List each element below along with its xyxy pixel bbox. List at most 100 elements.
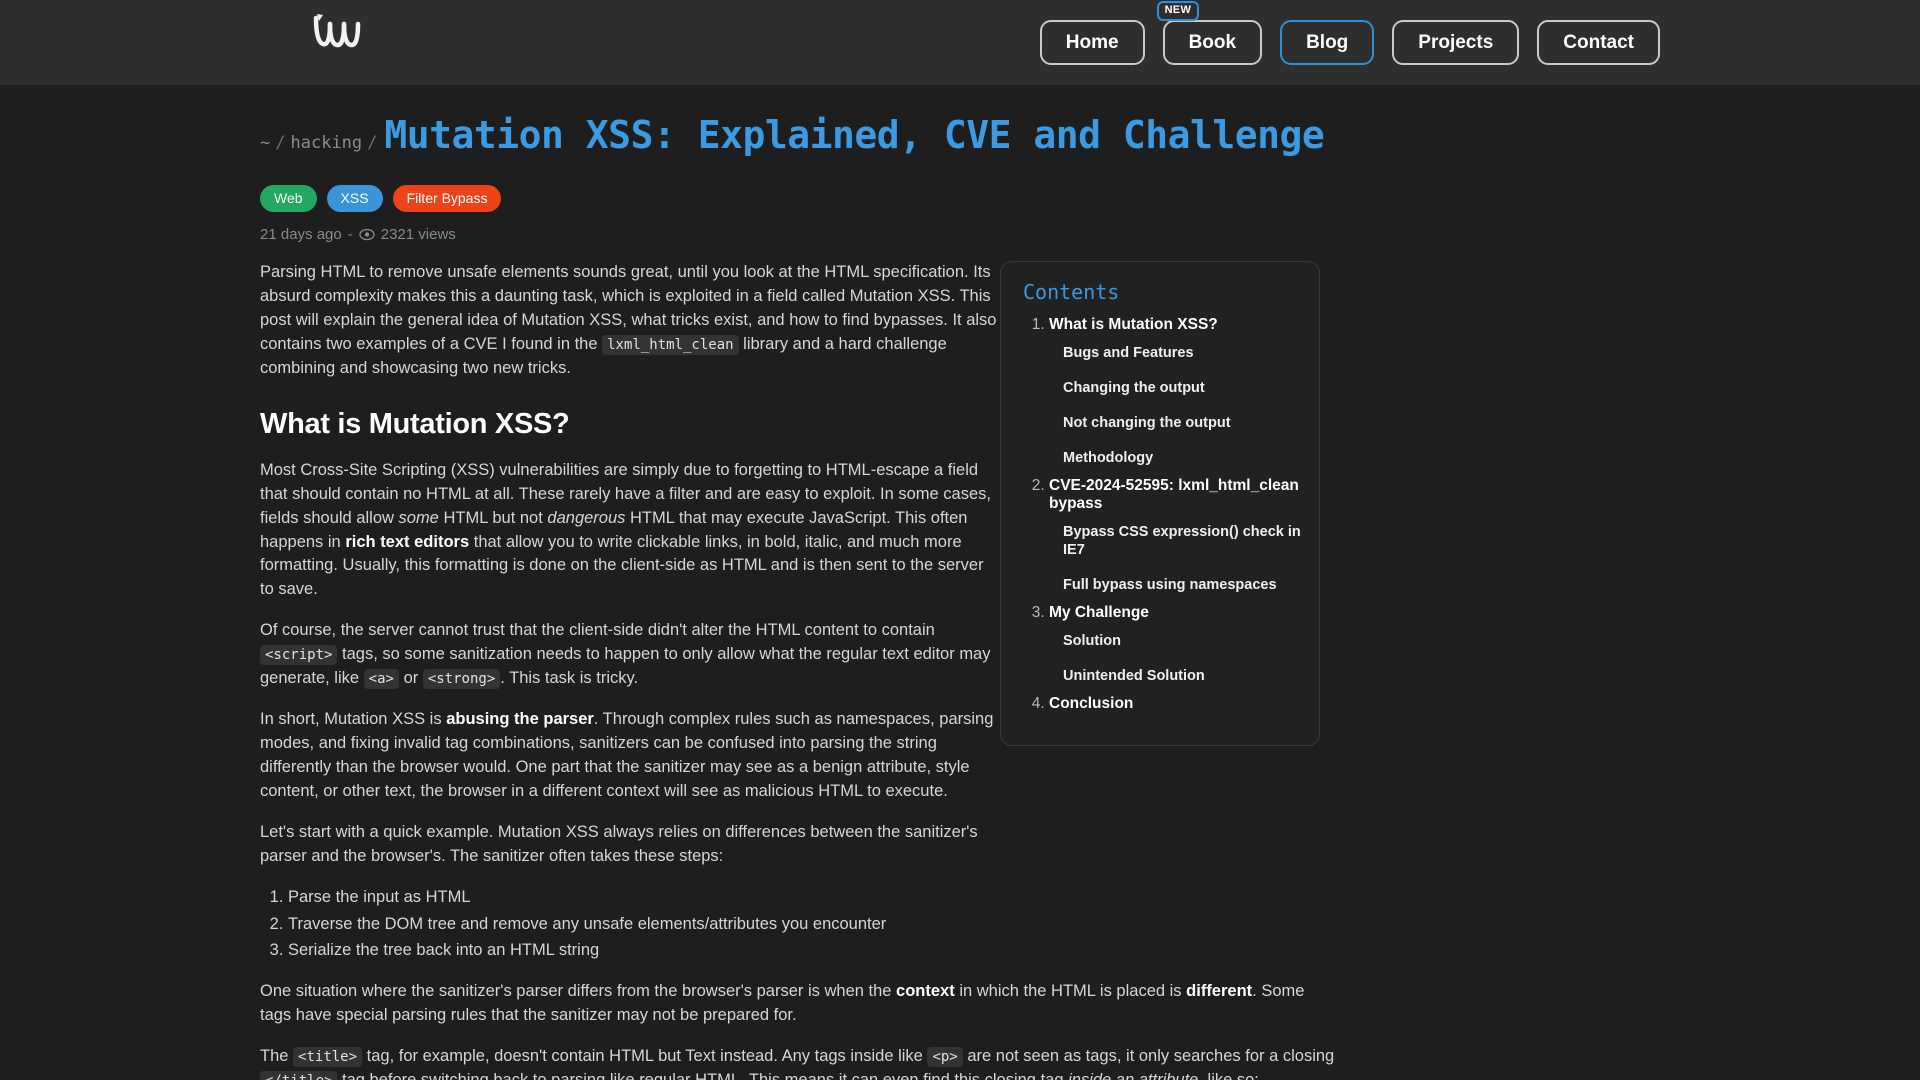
content-area: Contents What is Mutation XSS? Bugs and … <box>260 261 1660 1080</box>
toc-link-cve-2024-52595[interactable]: CVE-2024-52595: lxml_html_clean bypass <box>1049 477 1299 512</box>
toc-item-1: What is Mutation XSS? Bugs and Features … <box>1049 316 1301 467</box>
paragraph-2: Of course, the server cannot trust that … <box>260 619 1000 691</box>
p6-text-c: are not seen as tags, it only searches f… <box>967 1047 1335 1066</box>
post-meta: 21 days ago - 2321 views <box>260 226 1660 243</box>
nav-item-wrap-home: Home <box>1039 19 1145 66</box>
toc-list: What is Mutation XSS? Bugs and Features … <box>1019 316 1301 713</box>
p5-text-b: in which the HTML is placed is <box>959 982 1182 1001</box>
list-item: Traverse the DOM tree and remove any uns… <box>288 913 1340 937</box>
toc-subitem: Changing the output <box>1063 379 1301 397</box>
main-navigation: Home NEW Book Blog Projects Contact <box>1039 0 1660 66</box>
breadcrumb-separator-1: / <box>275 133 286 153</box>
site-logo[interactable] <box>310 14 370 71</box>
tag-filter-bypass[interactable]: Filter Bypass <box>392 185 502 213</box>
site-header: Home NEW Book Blog Projects Contact <box>0 0 1920 85</box>
toc-sublist-1: Bugs and Features Changing the output No… <box>1049 344 1301 467</box>
p6-text-a: The <box>260 1047 289 1066</box>
p6-em-inside-an-attribute: inside an attribute <box>1068 1071 1198 1080</box>
toc-link-full-bypass-namespaces[interactable]: Full bypass using namespaces <box>1063 577 1277 593</box>
p2-text-d: . This task is tricky. <box>500 669 639 688</box>
p3-strong-abusing-the-parser: abusing the parser <box>446 710 594 729</box>
jw-logo-icon <box>313 14 361 48</box>
toc-sublist-3: Solution Unintended Solution <box>1049 632 1301 685</box>
inline-code-strong-tag: <strong> <box>422 669 501 690</box>
toc-link-what-is-mutation-xss[interactable]: What is Mutation XSS? <box>1049 316 1218 333</box>
toc-subitem: Bypass CSS expression() check in IE7 <box>1063 523 1301 559</box>
nav-item-wrap-projects: Projects <box>1392 19 1520 66</box>
p2-text-a: Of course, the server cannot trust that … <box>260 621 935 640</box>
tag-list: Web XSS Filter Bypass <box>260 185 1660 213</box>
p2-text-c: or <box>403 669 419 688</box>
toc-link-changing-the-output[interactable]: Changing the output <box>1063 380 1205 396</box>
toc-subitem: Not changing the output <box>1063 414 1301 432</box>
section-heading-what-is-mutation-xss: What is Mutation XSS? <box>260 407 570 440</box>
view-count: 2321 views <box>380 226 456 244</box>
toc-subitem: Methodology <box>1063 449 1301 467</box>
p5-strong-context: context <box>896 982 955 1001</box>
intro-paragraph: Parsing HTML to remove unsafe elements s… <box>260 261 1000 381</box>
inline-code-a-tag: <a> <box>363 669 399 690</box>
tag-web[interactable]: Web <box>260 185 317 213</box>
list-item: Serialize the tree back into an HTML str… <box>288 939 1340 963</box>
nav-item-home[interactable]: Home <box>1039 19 1145 66</box>
inline-code-title-close: </title> <box>260 1071 338 1080</box>
inline-code-title-open: <title> <box>293 1047 363 1068</box>
paragraph-4: Let's start with a quick example. Mutati… <box>260 822 978 865</box>
eye-icon <box>359 228 375 241</box>
page-title: Mutation XSS: Explained, CVE and Challen… <box>384 113 1325 157</box>
inline-code-script-tag: <script> <box>260 645 338 666</box>
breadcrumb-category[interactable]: hacking <box>291 133 363 153</box>
inline-code-lxml: lxml_html_clean <box>602 334 739 355</box>
page-container: ~ / hacking / Mutation XSS: Explained, C… <box>0 85 1920 1080</box>
new-badge: NEW <box>1156 0 1200 21</box>
p6-text-e: , like so: <box>1198 1071 1259 1080</box>
toc-item-3: My Challenge Solution Unintended Solutio… <box>1049 604 1301 685</box>
post-date: 21 days ago <box>260 226 342 244</box>
toc-link-methodology[interactable]: Methodology <box>1063 450 1153 466</box>
paragraph-3: In short, Mutation XSS is abusing the pa… <box>260 708 1000 804</box>
p5-text-a: One situation where the sanitizer's pars… <box>260 982 892 1001</box>
p3-text-a: In short, Mutation XSS is <box>260 710 442 729</box>
paragraph-5: One situation where the sanitizer's pars… <box>260 980 1340 1028</box>
paragraph-6: The <title> tag, for example, doesn't co… <box>260 1045 1340 1080</box>
p6-text-d: tag before switching back to parsing lik… <box>342 1071 1063 1080</box>
nav-item-projects[interactable]: Projects <box>1392 19 1520 66</box>
p1-em-some: some <box>398 508 439 527</box>
toc-item-2: CVE-2024-52595: lxml_html_clean bypass B… <box>1049 477 1301 594</box>
toc-subitem: Bugs and Features <box>1063 344 1301 362</box>
nav-item-blog[interactable]: Blog <box>1280 19 1375 66</box>
p5-strong-different: different <box>1186 982 1253 1001</box>
nav-item-wrap-blog: Blog <box>1280 19 1375 66</box>
nav-item-book[interactable]: Book <box>1162 19 1263 66</box>
p1-em-dangerous: dangerous <box>547 508 626 527</box>
toc-link-my-challenge[interactable]: My Challenge <box>1049 604 1149 621</box>
toc-subitem: Full bypass using namespaces <box>1063 576 1301 594</box>
nav-item-contact[interactable]: Contact <box>1537 19 1660 66</box>
toc-link-bypass-css-expression[interactable]: Bypass CSS expression() check in IE7 <box>1063 524 1301 558</box>
breadcrumb: ~ / hacking / Mutation XSS: Explained, C… <box>260 85 1660 157</box>
article-body-wide: Parse the input as HTML Traverse the DOM… <box>260 886 1340 1080</box>
toc-sublist-2: Bypass CSS expression() check in IE7 Ful… <box>1049 523 1301 594</box>
toc-link-conclusion[interactable]: Conclusion <box>1049 695 1133 712</box>
toc-title: Contents <box>1023 280 1120 305</box>
breadcrumb-root[interactable]: ~ <box>260 133 270 153</box>
toc-link-solution[interactable]: Solution <box>1063 633 1121 649</box>
toc-subitem: Unintended Solution <box>1063 667 1301 685</box>
breadcrumb-separator-2: / <box>367 133 378 153</box>
nav-item-wrap-contact: Contact <box>1537 19 1660 66</box>
paragraph-1: Most Cross-Site Scripting (XSS) vulnerab… <box>260 459 1000 603</box>
table-of-contents: Contents What is Mutation XSS? Bugs and … <box>1000 261 1320 747</box>
p1-text-b: HTML but not <box>443 508 543 527</box>
p1-strong-rich-text-editors: rich text editors <box>345 532 470 551</box>
toc-link-unintended-solution[interactable]: Unintended Solution <box>1063 668 1205 684</box>
article-body-narrow: Parsing HTML to remove unsafe elements s… <box>260 261 1000 868</box>
list-item: Parse the input as HTML <box>288 886 1340 910</box>
meta-separator: - <box>347 226 353 244</box>
toc-item-4: Conclusion <box>1049 695 1301 713</box>
tag-xss[interactable]: XSS <box>326 185 383 213</box>
sanitizer-steps-list: Parse the input as HTML Traverse the DOM… <box>260 886 1340 964</box>
toc-link-bugs-and-features[interactable]: Bugs and Features <box>1063 345 1194 361</box>
toc-link-not-changing-the-output[interactable]: Not changing the output <box>1063 415 1231 431</box>
toc-subitem: Solution <box>1063 632 1301 650</box>
inline-code-p-tag: <p> <box>927 1047 963 1068</box>
